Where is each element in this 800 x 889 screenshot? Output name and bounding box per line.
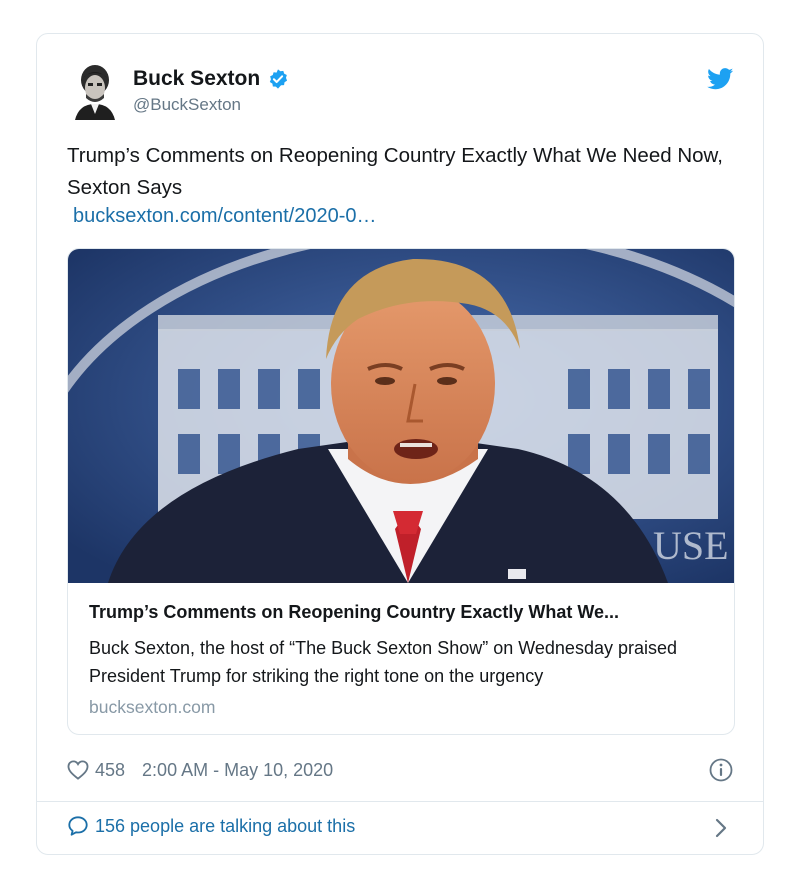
conversation-link[interactable]: 156 people are talking about this (67, 815, 355, 837)
conversation-text[interactable]: 156 people are talking about this (95, 816, 355, 837)
card-image[interactable]: USE (68, 249, 735, 583)
card-domain[interactable]: bucksexton.com (89, 697, 215, 718)
tweet-timestamp[interactable]: 2:00 AM - May 10, 2020 (142, 760, 333, 781)
author-handle[interactable]: @BuckSexton (133, 95, 241, 115)
like-count[interactable]: 458 (95, 760, 125, 781)
seal-lettering: USE (653, 523, 729, 568)
tweet-link[interactable]: bucksexton.com/content/2020-0… (73, 205, 377, 228)
card-title[interactable]: Trump’s Comments on Reopening Country Ex… (89, 602, 619, 623)
chevron-right-icon[interactable] (714, 818, 728, 838)
author-name-text[interactable]: Buck Sexton (133, 67, 260, 91)
author-name[interactable]: Buck Sexton (133, 67, 289, 91)
twitter-bird-icon[interactable] (707, 68, 734, 90)
link-preview-card[interactable]: USE Trump’s Comments on Reopening Countr… (67, 248, 735, 735)
embedded-tweet: Buck Sexton @BuckSexton Trump’s Comments… (36, 33, 764, 855)
card-description: Buck Sexton, the host of “The Buck Sexto… (89, 638, 677, 686)
verified-badge-icon (270, 69, 288, 89)
tweet-meta: 458 2:00 AM - May 10, 2020 (67, 757, 333, 783)
author-avatar[interactable] (73, 64, 117, 120)
tweet-text: Trump’s Comments on Reopening Country Ex… (67, 144, 723, 199)
heart-icon[interactable] (67, 760, 89, 780)
info-icon[interactable] (709, 758, 733, 782)
speech-bubble-icon (68, 816, 88, 836)
divider (37, 801, 763, 802)
